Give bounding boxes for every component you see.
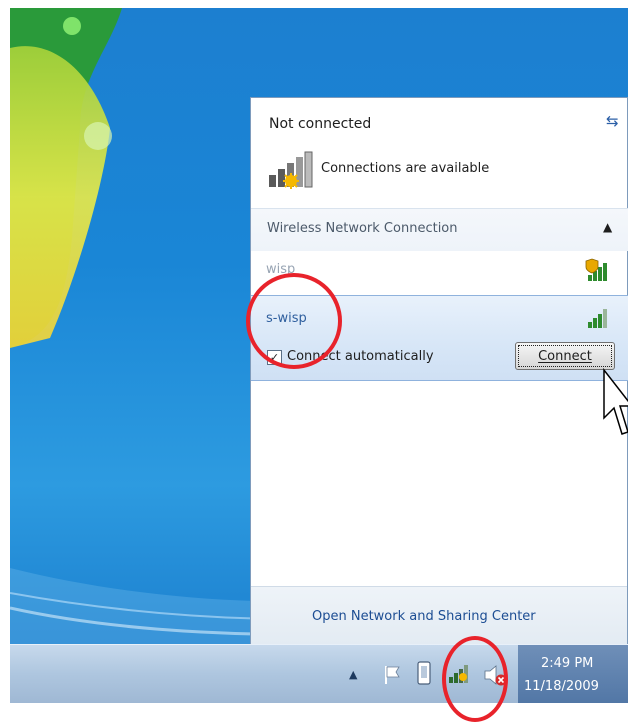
highlight-circle-network xyxy=(246,273,342,369)
highlight-circle-tray xyxy=(442,636,508,722)
show-hidden-icons-icon[interactable]: ▲ xyxy=(349,668,357,681)
clock-time[interactable]: 2:49 PM xyxy=(541,656,593,671)
mouse-cursor-icon xyxy=(603,367,628,435)
refresh-icon[interactable]: ⇆ xyxy=(606,112,619,130)
action-center-flag-icon[interactable] xyxy=(383,664,403,686)
connection-status: Not connected xyxy=(269,116,372,132)
signal-icon xyxy=(588,309,607,328)
power-icon[interactable] xyxy=(414,660,434,688)
network-available-icon xyxy=(269,151,313,189)
taskbar xyxy=(10,644,628,703)
collapse-chevron-icon[interactable]: ▲ xyxy=(603,220,612,234)
open-network-center-link[interactable]: Open Network and Sharing Center xyxy=(312,609,536,624)
connections-available-text: Connections are available xyxy=(321,161,490,176)
clock-date[interactable]: 11/18/2009 xyxy=(524,679,599,694)
section-title: Wireless Network Connection xyxy=(267,221,458,236)
network-flyout: Not connected ⇆ Connections are availabl… xyxy=(250,97,628,644)
taskbar-right-panel xyxy=(518,645,628,703)
signal-secured-icon xyxy=(585,258,607,281)
